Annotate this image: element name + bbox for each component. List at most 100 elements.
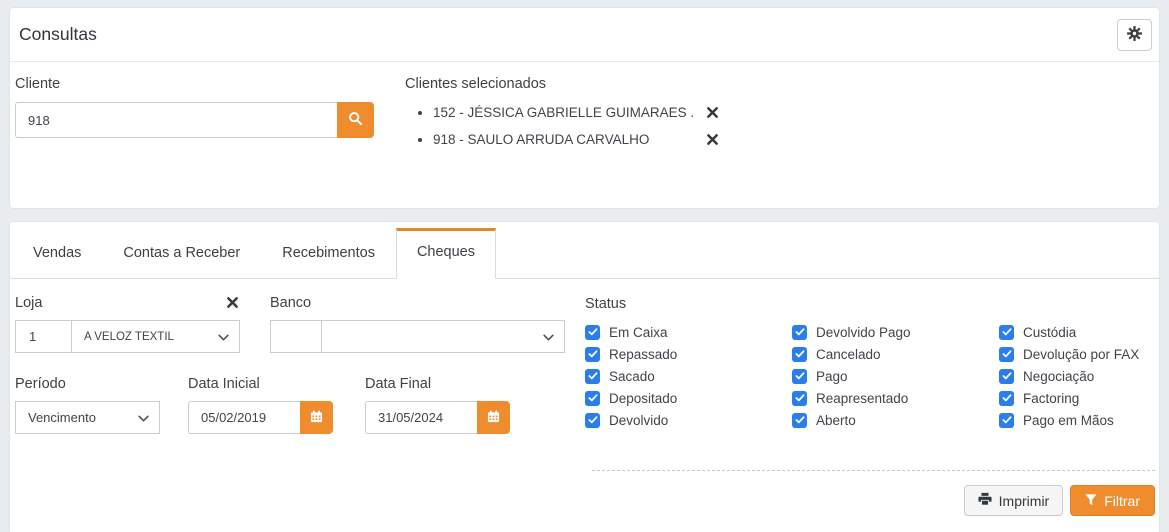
checkbox-custodia[interactable]: Custódia [999,321,1169,343]
checkbox-pago-em-maos[interactable]: Pago em Mãos [999,409,1169,431]
search-icon [348,111,363,129]
tab-bar: Vendas Contas a Receber Recebimentos Che… [10,222,1159,279]
loja-select-value: A VELOZ TEXTIL [84,331,174,343]
checkbox-negociacao[interactable]: Negociação [999,365,1169,387]
filtrar-button[interactable]: Filtrar [1070,485,1155,516]
checkbox-label: Negociação [1023,369,1094,384]
tab-contas-a-receber[interactable]: Contas a Receber [102,230,261,278]
checkbox-checked-icon[interactable] [999,413,1014,428]
checkbox-label: Custódia [1023,325,1076,340]
data-inicial-calendar-button[interactable] [300,401,333,434]
checkbox-label: Pago [816,369,848,384]
checkbox-factoring[interactable]: Factoring [999,387,1169,409]
periodo-label: Período [15,376,66,392]
x-icon [707,133,718,148]
checkbox-label: Devolvido Pago [816,325,911,340]
checkbox-aberto[interactable]: Aberto [792,409,999,431]
status-label: Status [585,296,1169,313]
search-button[interactable] [337,102,374,138]
loja-label: Loja [15,295,42,311]
checkbox-depositado[interactable]: Depositado [585,387,792,409]
banco-select[interactable] [322,320,565,353]
checkbox-devolvido-pago[interactable]: Devolvido Pago [792,321,999,343]
checkbox-cancelado[interactable]: Cancelado [792,343,999,365]
chevron-down-icon [543,328,554,346]
checkbox-checked-icon[interactable] [792,325,807,340]
client-name: 918 - SAULO ARRUDA CARVALHO [433,132,649,147]
checkbox-sacado[interactable]: Sacado [585,365,792,387]
imprimir-label: Imprimir [999,493,1050,509]
checkbox-reapresentado[interactable]: Reapresentado [792,387,999,409]
list-item: 152 - JÉSSICA GABRIELLE GUIMARAES ... [433,105,720,120]
checkbox-checked-icon[interactable] [999,369,1014,384]
checkbox-checked-icon[interactable] [585,391,600,406]
checkbox-label: Factoring [1023,391,1079,406]
cliente-label: Cliente [15,76,374,92]
checkbox-devolucao-por-fax[interactable]: Devolução por FAX [999,343,1169,365]
periodo-select[interactable]: Vencimento [15,401,160,434]
checkbox-em-caixa[interactable]: Em Caixa [585,321,792,343]
gear-icon [1126,25,1143,45]
data-final-input[interactable] [365,401,477,434]
tab-cheques[interactable]: Cheques [396,228,496,279]
x-icon [707,106,718,121]
checkbox-checked-icon[interactable] [792,391,807,406]
checkbox-label: Devolução por FAX [1023,347,1139,362]
checkbox-label: Depositado [609,391,677,406]
calendar-icon [310,410,323,426]
loja-number-input[interactable] [15,320,72,353]
panel-header: Consultas [10,8,1159,62]
footer-separator [592,470,1155,471]
data-final-label: Data Final [365,376,431,392]
filters-panel: Vendas Contas a Receber Recebimentos Che… [10,222,1159,532]
selected-clients-list: 152 - JÉSSICA GABRIELLE GUIMARAES ... 91… [405,105,720,147]
checkbox-repassado[interactable]: Repassado [585,343,792,365]
checkbox-checked-icon[interactable] [585,325,600,340]
banco-number-input[interactable] [270,320,322,353]
x-icon [227,296,238,311]
printer-icon [978,492,992,509]
clientes-selecionados-label: Clientes selecionados [405,76,720,92]
clear-loja-button[interactable] [225,296,240,309]
checkbox-label: Aberto [816,413,856,428]
checkbox-checked-icon[interactable] [792,413,807,428]
filtrar-label: Filtrar [1104,493,1140,509]
checkbox-label: Pago em Mãos [1023,413,1114,428]
chevron-down-icon [218,328,229,346]
client-name: 152 - JÉSSICA GABRIELLE GUIMARAES ... [433,105,695,120]
status-checkbox-grid: Em Caixa Repassado Sacado Depositado [585,321,1169,431]
remove-client-button[interactable] [705,133,720,146]
tab-recebimentos[interactable]: Recebimentos [261,230,396,278]
data-final-calendar-button[interactable] [477,401,510,434]
checkbox-checked-icon[interactable] [792,347,807,362]
periodo-select-value: Vencimento [28,410,96,425]
checkbox-checked-icon[interactable] [792,369,807,384]
settings-button[interactable] [1117,19,1152,51]
checkbox-devolvido[interactable]: Devolvido [585,409,792,431]
checkbox-checked-icon[interactable] [999,325,1014,340]
cliente-input[interactable] [15,102,337,138]
checkbox-checked-icon[interactable] [585,413,600,428]
data-inicial-label: Data Inicial [188,376,260,392]
checkbox-pago[interactable]: Pago [792,365,999,387]
checkbox-checked-icon[interactable] [585,369,600,384]
page-title: Consultas [19,24,97,45]
list-item: 918 - SAULO ARRUDA CARVALHO [433,132,720,147]
checkbox-checked-icon[interactable] [999,347,1014,362]
loja-select[interactable]: A VELOZ TEXTIL [72,320,240,353]
checkbox-checked-icon[interactable] [999,391,1014,406]
checkbox-label: Devolvido [609,413,668,428]
remove-client-button[interactable] [705,106,720,119]
banco-label: Banco [270,295,311,311]
checkbox-label: Cancelado [816,347,881,362]
data-inicial-input[interactable] [188,401,300,434]
consultas-panel: Consultas [10,8,1159,208]
imprimir-button[interactable]: Imprimir [964,485,1064,516]
checkbox-label: Repassado [609,347,677,362]
tab-vendas[interactable]: Vendas [12,230,102,278]
filter-icon [1085,493,1097,509]
checkbox-checked-icon[interactable] [585,347,600,362]
chevron-down-icon [138,409,149,427]
checkbox-label: Em Caixa [609,325,668,340]
checkbox-label: Reapresentado [816,391,908,406]
